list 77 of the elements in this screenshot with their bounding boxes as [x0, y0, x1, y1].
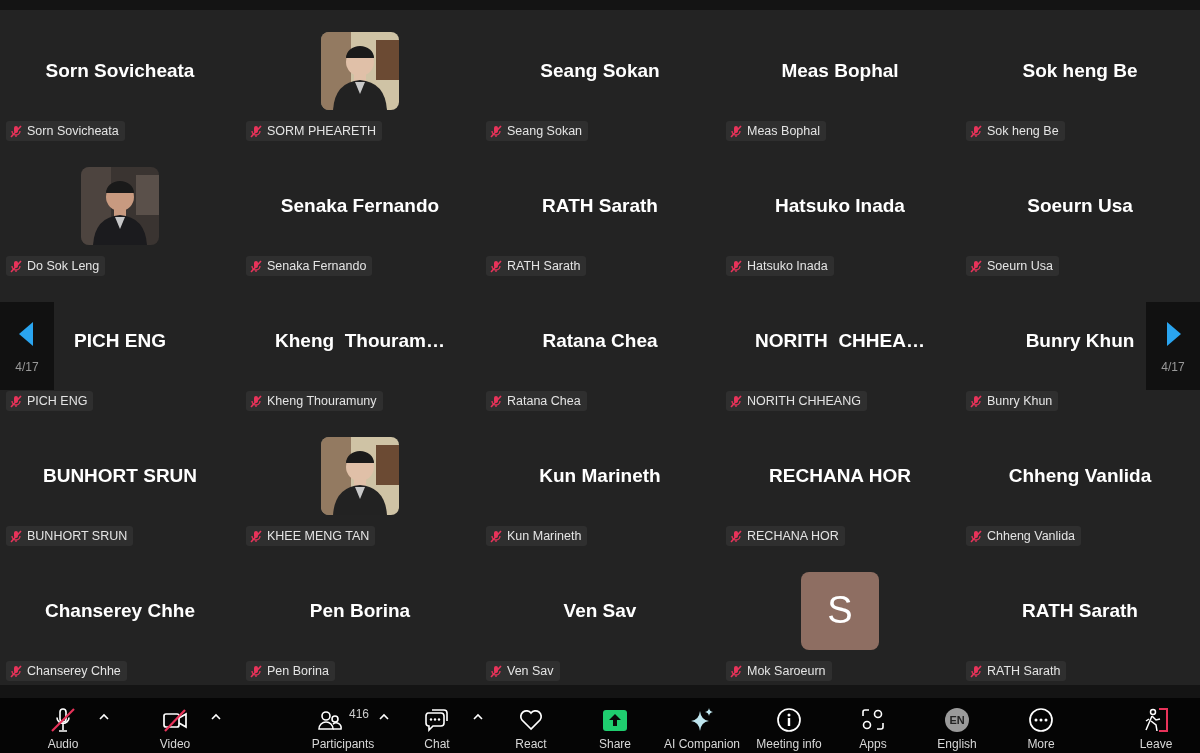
participant-label: RATH Sarath: [987, 664, 1061, 678]
participant-label: Mok Saroeurn: [747, 664, 826, 678]
participant-name: RATH Sarath: [1022, 599, 1138, 622]
page-previous-button[interactable]: 4/17: [0, 302, 54, 390]
apps-icon: [860, 707, 887, 733]
language-badge: EN: [945, 708, 970, 732]
participant-count: 416: [349, 707, 369, 721]
page-indicator: 4/17: [15, 360, 39, 374]
participant-label: Meas Bophal: [747, 124, 820, 138]
participant-name: Kun Marineth: [539, 464, 661, 487]
participant-label: Sok heng Be: [987, 124, 1059, 138]
caret-icon: [378, 712, 390, 722]
participant-label: SORM PHEARETH: [267, 124, 377, 138]
participant-label: Pen Borina: [267, 664, 329, 678]
video-button[interactable]: Video: [136, 698, 214, 751]
participant-name: Meas Bophal: [781, 59, 899, 82]
participant-name: Sok heng Be: [1022, 59, 1138, 82]
participant-name: Chheng Vanlida: [1008, 464, 1152, 487]
participant-label: Sorn Sovicheata: [27, 124, 119, 138]
participant-name: RECHANA HOR: [769, 464, 911, 487]
info-icon: [776, 707, 803, 733]
caret-icon: [98, 712, 110, 722]
participant-label: Seang Sokan: [507, 124, 583, 138]
chat-icon: [424, 707, 450, 733]
participant-name: Sorn Sovicheata: [45, 59, 195, 82]
audio-button[interactable]: Audio: [24, 698, 102, 751]
participant-name: Chanserey Chhe: [45, 599, 195, 622]
participant-label: KHEE MENG TAN: [267, 529, 370, 543]
participant-name: Bunry Khun: [1025, 329, 1135, 352]
apps-button[interactable]: Apps: [834, 698, 913, 751]
page-indicator: 4/17: [1161, 360, 1185, 374]
leave-button[interactable]: Leave: [1126, 698, 1186, 751]
participant-label: Ven Sav: [507, 664, 554, 678]
language-button[interactable]: EN English: [918, 698, 997, 751]
participant-name: Soeurn Usa: [1027, 194, 1133, 217]
participant-label: PICH ENG: [27, 394, 88, 408]
more-icon: [1028, 707, 1055, 733]
participant-label: Soeurn Usa: [987, 259, 1053, 273]
participant-name: NORITH CHHEA…: [755, 329, 925, 352]
participant-label: RECHANA HOR: [747, 529, 839, 543]
participant-name: Ven Sav: [563, 599, 637, 622]
participant-label: Chanserey Chhe: [27, 664, 121, 678]
participant-label: NORITH CHHEANG: [747, 394, 861, 408]
participant-label: Do Sok Leng: [27, 259, 100, 273]
participant-label: Bunry Khun: [987, 394, 1053, 408]
participant-name: Hatsuko Inada: [775, 194, 905, 217]
participant-name: Seang Sokan: [540, 59, 660, 82]
participant-name: Ratana Chea: [542, 329, 658, 352]
heart-icon: [518, 707, 544, 733]
share-button[interactable]: Share: [576, 698, 654, 751]
ai-companion-button[interactable]: AI Companion: [660, 698, 745, 751]
participant-label: Chheng Vanlida: [987, 529, 1076, 543]
caret-icon: [210, 712, 222, 722]
meeting-info-button[interactable]: Meeting info: [750, 698, 829, 751]
person-leaving-icon: [1143, 707, 1169, 733]
participant-label: Kun Marineth: [507, 529, 582, 543]
share-screen-icon: [602, 707, 628, 733]
caret-icon: [472, 712, 484, 722]
participant-label: Kheng Thouramuny: [267, 394, 377, 408]
participant-label: Hatsuko Inada: [747, 259, 828, 273]
people-icon: [317, 708, 343, 732]
react-button[interactable]: React: [492, 698, 570, 751]
participant-name: Kheng Thouram…: [275, 329, 445, 352]
participant-label: RATH Sarath: [507, 259, 581, 273]
participant-name: PICH ENG: [74, 329, 166, 352]
participant-label: Ratana Chea: [507, 394, 581, 408]
participant-name: Senaka Fernando: [280, 194, 440, 217]
participant-name: BUNHORT SRUN: [42, 464, 198, 487]
chat-button[interactable]: Chat: [398, 698, 476, 751]
participant-name: RATH Sarath: [542, 194, 658, 217]
participant-label: BUNHORT SRUN: [27, 529, 128, 543]
avatar-initial: S: [801, 571, 879, 650]
page-next-button[interactable]: 4/17: [1146, 302, 1200, 390]
more-button[interactable]: More: [1002, 698, 1081, 751]
participant-name: Pen Borina: [309, 599, 411, 622]
participants-button[interactable]: 416 Participants: [304, 698, 382, 751]
participant-label: Senaka Fernando: [267, 259, 367, 273]
